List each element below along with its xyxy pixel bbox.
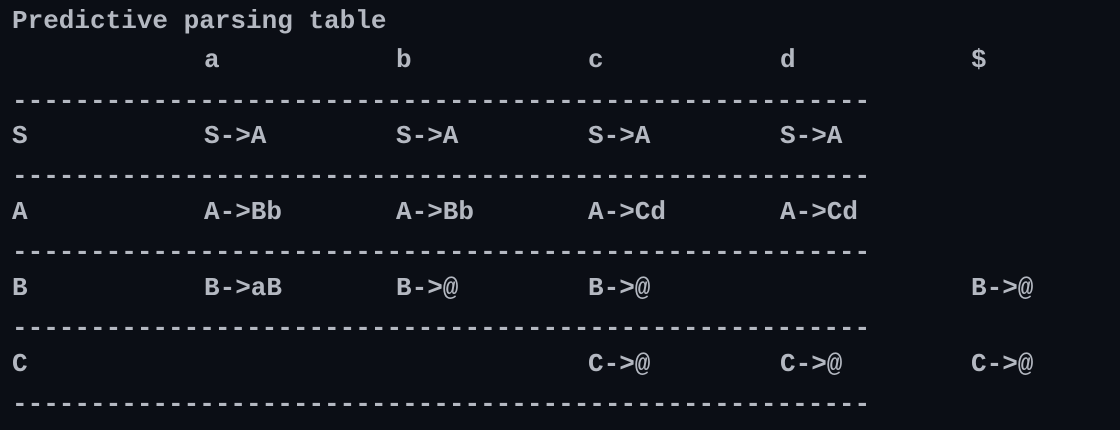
table-row: C C->@ C->@ C->@ [12,345,1033,383]
table-cell: A->Bb [204,197,283,227]
header-terminal-d: d [780,45,796,75]
separator-line: ----------------------------------------… [12,237,871,267]
row-nonterminal: C [12,349,28,379]
table-row: A A->Bb A->Bb A->Cd A->Cd [12,193,858,231]
table-cell: A->Cd [588,197,667,227]
terminal-window: Predictive parsing table a b c d $ -----… [0,0,1120,430]
table-cell: B->aB [204,273,283,303]
table-cell: S->A [396,121,459,151]
table-cell: S->A [588,121,651,151]
table-cell: B->@ [396,273,459,303]
header-terminal-c: c [588,45,604,75]
header-terminal-a: a [204,45,220,75]
header-terminal-b: b [396,45,412,75]
table-cell: S->A [780,121,843,151]
table-row: S S->A S->A S->A S->A [12,117,842,155]
table-title: Predictive parsing table [12,2,386,40]
separator-line: ----------------------------------------… [12,389,871,419]
separator-line: ----------------------------------------… [12,313,871,343]
table-cell: C->@ [588,349,651,379]
row-nonterminal: B [12,273,28,303]
row-nonterminal: S [12,121,28,151]
table-row: B B->aB B->@ B->@ B->@ [12,269,1033,307]
title-text: Predictive parsing table [12,6,387,36]
table-cell: A->Bb [396,197,475,227]
separator-line: ----------------------------------------… [12,86,871,116]
table-cell: C->@ [971,349,1034,379]
table-cell: B->@ [971,273,1034,303]
table-cell: A->Cd [780,197,859,227]
header-row: a b c d $ [12,41,987,79]
table-cell: B->@ [588,273,651,303]
table-cell: S->A [204,121,267,151]
row-nonterminal: A [12,197,28,227]
table-cell: C->@ [780,349,843,379]
header-terminal-end: $ [971,45,987,75]
separator-line: ----------------------------------------… [12,161,871,191]
